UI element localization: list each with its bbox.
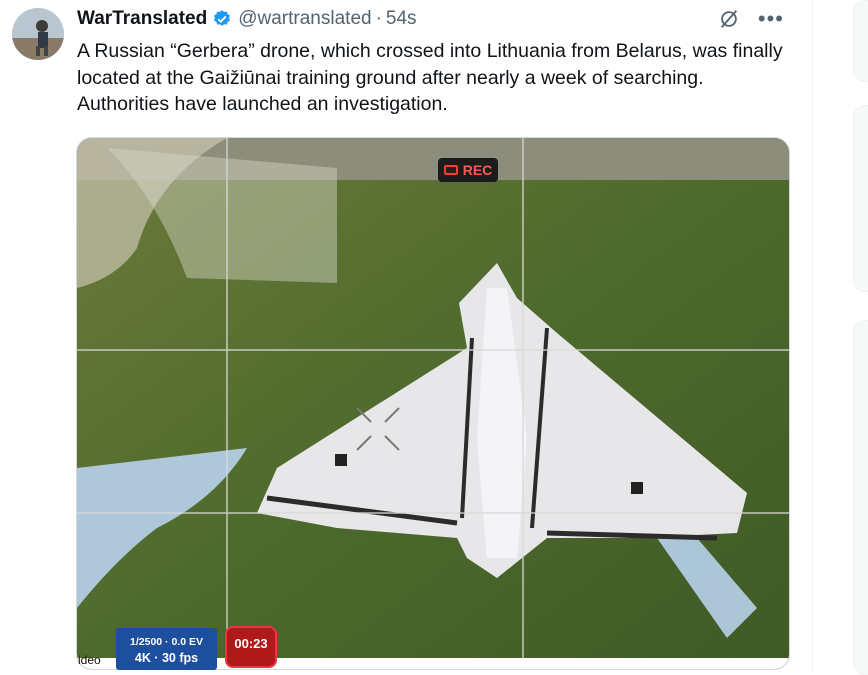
avatar-photo bbox=[12, 8, 64, 60]
format-readout: 4K · 30 fps bbox=[134, 651, 199, 665]
tweet-header: WarTranslated @wartranslated · 54s bbox=[77, 8, 417, 30]
author-avatar[interactable] bbox=[12, 8, 64, 60]
tweet-media-image[interactable] bbox=[76, 137, 790, 670]
grok-icon[interactable] bbox=[718, 8, 740, 30]
header-separator: · bbox=[375, 8, 382, 29]
more-options-icon[interactable]: ••• bbox=[758, 8, 784, 30]
rec-indicator: REC bbox=[438, 158, 498, 182]
camera-settings-box: 1/2500 · 0.0 EV 4K · 30 fps bbox=[116, 628, 217, 670]
recording-timer: 00:23 bbox=[225, 626, 277, 668]
tweet-header-actions: ••• bbox=[718, 8, 784, 30]
tweet-timestamp[interactable]: 54s bbox=[386, 8, 417, 30]
video-mode-label: ideo bbox=[78, 653, 101, 667]
author-name[interactable]: WarTranslated bbox=[77, 8, 207, 30]
sidebar-card-3[interactable] bbox=[853, 320, 868, 675]
exposure-readout: 1/2500 · 0.0 EV bbox=[130, 636, 203, 648]
author-handle[interactable]: @wartranslated bbox=[238, 8, 371, 30]
record-icon bbox=[443, 165, 458, 175]
right-sidebar bbox=[812, 0, 868, 675]
verified-badge-icon bbox=[214, 10, 231, 26]
sidebar-card-1[interactable] bbox=[853, 0, 868, 82]
tweet-card[interactable]: WarTranslated @wartranslated · 54s ••• A… bbox=[0, 0, 812, 673]
sidebar-card-2[interactable] bbox=[853, 105, 868, 292]
rec-label: REC bbox=[462, 162, 493, 178]
tweet-text: A Russian “Gerbera” drone, which crossed… bbox=[77, 40, 783, 115]
drone-photo bbox=[77, 138, 789, 669]
